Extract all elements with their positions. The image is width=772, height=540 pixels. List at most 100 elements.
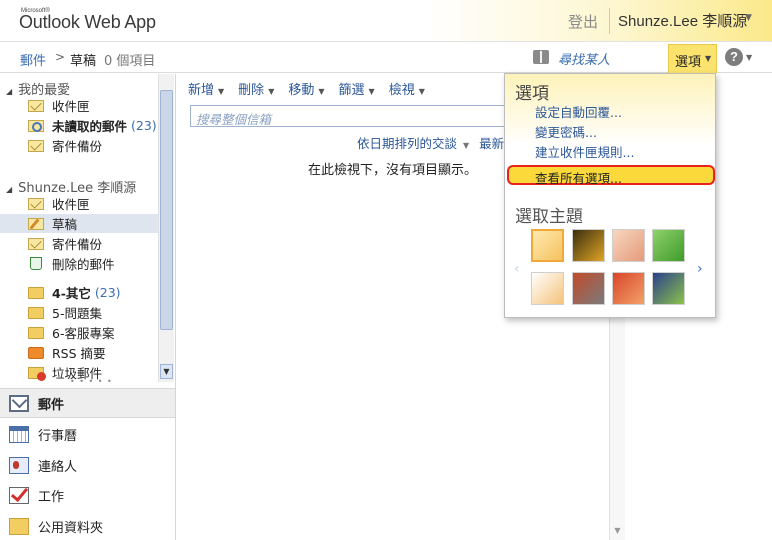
folder-label: 寄件備份 <box>52 139 103 154</box>
nav-label: 行事曆 <box>38 428 78 444</box>
inbox-rule-link[interactable]: 建立收件匣規則... <box>535 142 634 161</box>
scroll-down-icon[interactable]: ▼ <box>160 364 173 379</box>
chevron-down-icon: ▼ <box>268 86 275 96</box>
favorite-inbox[interactable]: 收件匣 <box>28 96 158 115</box>
sent-items-icon <box>28 237 44 250</box>
nav-label: 郵件 <box>38 397 65 413</box>
search-folder-icon <box>28 119 44 132</box>
pane-splitter[interactable]: • • • • • <box>70 377 113 384</box>
delete-button[interactable]: 刪除 ▼ <box>238 79 274 98</box>
app-title: Outlook Web App <box>19 12 156 32</box>
breadcrumb-mail[interactable]: 郵件 <box>20 50 46 69</box>
unread-count: (23) <box>94 285 121 300</box>
filter-button[interactable]: 篩選 ▼ <box>339 79 375 98</box>
folder-deleted[interactable]: 刪除的郵件 <box>28 254 158 273</box>
see-all-options-label: 查看所有選項... <box>535 171 622 186</box>
folder-sent[interactable]: 寄件備份 <box>28 234 158 253</box>
trash-icon <box>30 257 42 270</box>
find-people-input[interactable]: 尋找某人 <box>558 49 610 68</box>
folder-label: RSS 摘要 <box>52 346 106 361</box>
move-button[interactable]: 移動 ▼ <box>288 79 324 98</box>
app-header: Microsoft® Outlook Web App 登出 Shunze.Lee… <box>0 0 772 42</box>
folder-rss[interactable]: RSS 摘要 <box>28 343 158 362</box>
view-label: 檢視 <box>388 82 415 98</box>
theme-swatch-leaf[interactable] <box>652 229 685 262</box>
theme-swatch-summer[interactable] <box>531 229 564 262</box>
new-button[interactable]: 新增 ▼ <box>188 79 224 98</box>
breadcrumb-current-folder: 草稿 <box>70 54 97 69</box>
folder-label: 6-客服專案 <box>52 326 115 341</box>
folder-label: 收件匣 <box>52 99 90 114</box>
nav-mail[interactable]: 郵件 <box>0 388 175 418</box>
favorite-unread[interactable]: 未讀取的郵件 (23) <box>28 116 158 135</box>
chevron-down-icon: ▼ <box>705 54 712 63</box>
new-label: 新增 <box>188 82 215 98</box>
search-placeholder: 搜尋整個信箱 <box>196 112 272 127</box>
theme-swatch-peach[interactable] <box>612 229 645 262</box>
change-password-link[interactable]: 變更密碼... <box>535 122 597 141</box>
chevron-left-icon[interactable]: ‹ <box>514 261 520 277</box>
folder-questions[interactable]: 5-問題集 <box>28 303 158 322</box>
theme-section-title: 選取主題 <box>515 207 583 227</box>
nav-label: 工作 <box>38 489 65 505</box>
folder-scrollbar[interactable]: ▼ <box>158 74 174 382</box>
delete-label: 刪除 <box>238 82 265 98</box>
item-count: 0 個項目 <box>104 54 156 69</box>
nav-calendar[interactable]: 行事曆 <box>0 419 175 449</box>
folder-other[interactable]: 4-其它 (23) <box>28 283 158 302</box>
nav-tasks[interactable]: 工作 <box>0 480 175 510</box>
folder-icon <box>28 326 44 339</box>
collapse-triangle-icon[interactable]: ◢ <box>6 185 12 194</box>
theme-swatch-sunrise[interactable] <box>531 272 564 305</box>
theme-swatch-autumn[interactable] <box>612 272 645 305</box>
help-icon[interactable]: ? <box>725 48 743 66</box>
empty-list-message: 在此檢視下，沒有項目顯示。 <box>308 163 478 178</box>
unread-count: (23) <box>131 118 157 133</box>
favorite-sent[interactable]: 寄件備份 <box>28 136 158 155</box>
auto-reply-link[interactable]: 設定自動回覆... <box>535 102 622 121</box>
chevron-down-icon[interactable]: ▼ <box>746 53 752 62</box>
folder-support[interactable]: 6-客服專案 <box>28 323 158 342</box>
folder-drafts[interactable]: 草稿 <box>0 214 158 233</box>
calendar-icon <box>9 425 29 443</box>
scrollbar-thumb[interactable] <box>160 90 173 330</box>
theme-swatch-robot[interactable] <box>572 272 605 305</box>
search-input[interactable]: 搜尋整個信箱 <box>190 105 510 127</box>
folder-inbox[interactable]: 收件匣 <box>28 194 158 213</box>
options-label: 選項 <box>675 55 702 70</box>
junk-mail-icon <box>28 366 46 381</box>
folder-label: 草稿 <box>52 217 78 232</box>
folder-label: 5-問題集 <box>52 306 102 321</box>
address-book-icon[interactable] <box>533 50 549 64</box>
contacts-icon <box>9 456 29 474</box>
chevron-down-icon: ▼ <box>368 86 375 96</box>
scroll-down-icon[interactable]: ▼ <box>611 524 624 538</box>
nav-contacts[interactable]: 連絡人 <box>0 450 175 480</box>
folder-label: 4-其它 <box>52 286 91 301</box>
user-menu[interactable]: Shunze.Lee 李順源 <box>618 10 747 31</box>
rss-icon <box>28 346 44 359</box>
options-button[interactable]: 選項 ▼ <box>668 44 717 73</box>
folder-pane: ◢ 我的最愛 收件匣 未讀取的郵件 (23) 寄件備份 ◢ Shunze.Lee 李… <box>0 74 176 384</box>
folder-icon <box>28 286 44 299</box>
options-menu-title: 選項 <box>515 84 549 104</box>
signout-link[interactable]: 登出 <box>568 11 598 32</box>
chevron-right-icon[interactable]: › <box>697 261 703 277</box>
see-all-options-button[interactable]: 查看所有選項... <box>507 165 715 186</box>
chevron-down-icon: ▼ <box>418 86 425 96</box>
chevron-down-icon[interactable]: ▼ <box>745 13 752 23</box>
breadcrumb: 郵件 > 草稿 0 個項目 <box>0 43 772 73</box>
options-dropdown: 選項 設定自動回覆... 變更密碼... 建立收件匣規則... 查看所有選項..… <box>504 73 716 318</box>
theme-swatch-creature[interactable] <box>652 272 685 305</box>
view-button[interactable]: 檢視 ▼ <box>389 79 425 98</box>
inbox-icon <box>28 99 44 112</box>
sent-items-icon <box>28 139 44 152</box>
sort-by-dropdown[interactable]: 依日期排列的交談 <box>357 136 457 151</box>
chevron-down-icon[interactable]: ▼ <box>463 141 469 150</box>
nav-public-folders[interactable]: 公用資料夾 <box>0 511 175 540</box>
public-folder-icon <box>9 517 29 535</box>
collapse-triangle-icon[interactable]: ◢ <box>6 87 12 96</box>
folder-icon <box>28 306 44 319</box>
sort-bar: 依日期排列的交談 ▼ 最新的 <box>357 133 517 152</box>
theme-swatch-bee[interactable] <box>572 229 605 262</box>
